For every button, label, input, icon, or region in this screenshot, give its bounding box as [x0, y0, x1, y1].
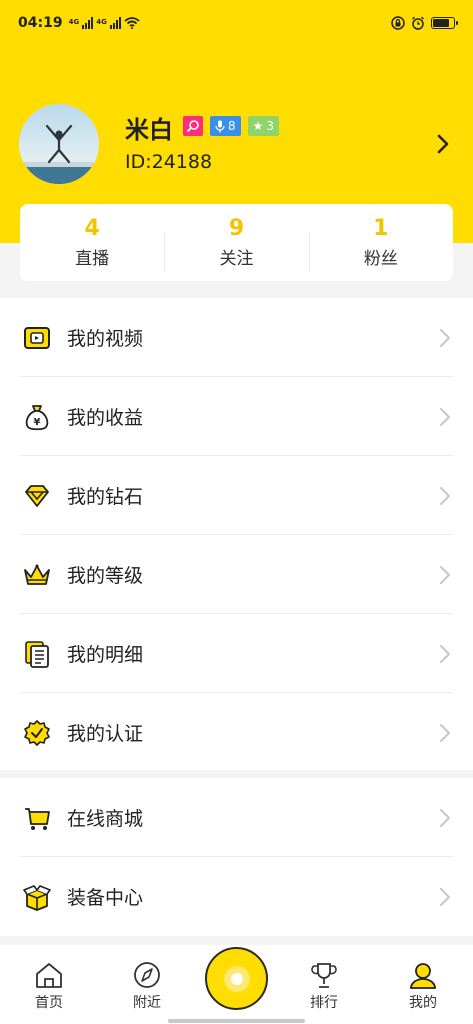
chevron-right-icon: [440, 723, 450, 742]
signal-icon: [109, 17, 121, 29]
chevron-right-icon: [440, 328, 450, 347]
shopping-cart-icon: [20, 801, 54, 835]
record-icon: [223, 965, 250, 992]
tab-ranking[interactable]: 排行: [289, 961, 359, 1012]
badge-user-level: ★ 3: [247, 116, 280, 136]
tab-home[interactable]: 首页: [14, 961, 84, 1012]
tab-nearby[interactable]: 附近: [112, 961, 182, 1012]
menu-item-label: 我的视频: [67, 328, 144, 350]
equipment-box-icon: [20, 880, 54, 914]
start-live-button[interactable]: [205, 947, 268, 1010]
stat-following-label: 关注: [219, 249, 254, 269]
compass-icon: [134, 962, 160, 988]
menu-item-videos[interactable]: 我的视频: [0, 298, 473, 377]
star-icon: ★: [252, 119, 264, 133]
home-icon: [36, 963, 62, 988]
chevron-right-icon: [440, 486, 450, 505]
menu-group-primary: 我的视频 ¥ 我的收益 我的钻石 我的等级 我的明细 我的认证: [0, 298, 473, 770]
menu-item-label: 我的收益: [67, 407, 144, 429]
user-id: ID:24188: [125, 151, 213, 173]
status-time: 04:19: [18, 15, 63, 31]
menu-item-label: 我的认证: [67, 723, 144, 745]
stat-fans[interactable]: 1 粉丝: [308, 216, 453, 272]
chevron-right-icon: [440, 565, 450, 584]
battery-icon: [431, 17, 458, 29]
user-badges: 8 ★ 3: [183, 116, 280, 136]
menu-item-verification[interactable]: 我的认证: [0, 693, 473, 772]
stat-following-count: 9: [228, 216, 245, 241]
wifi-icon: [124, 17, 140, 29]
badge-anchor-value: 8: [228, 119, 236, 133]
user-icon: [410, 963, 436, 989]
menu-item-label: 我的钻石: [67, 486, 144, 508]
stat-fans-count: 1: [373, 216, 389, 241]
menu-item-level[interactable]: 我的等级: [0, 535, 473, 614]
stats-card: 4 直播 9 关注 1 粉丝: [20, 204, 453, 281]
tab-label: 我的: [409, 995, 437, 1011]
menu-item-equipment[interactable]: 装备中心: [0, 857, 473, 936]
trophy-icon: [311, 963, 337, 988]
menu-item-details[interactable]: 我的明细: [0, 614, 473, 693]
crown-icon: [20, 558, 54, 592]
badge-pink: [183, 116, 203, 136]
menu-item-label: 我的明细: [67, 644, 144, 666]
network-type: 4G: [68, 18, 80, 26]
money-bag-icon: ¥: [20, 400, 54, 434]
diamond-icon: [20, 479, 54, 513]
menu-item-diamonds[interactable]: 我的钻石: [0, 456, 473, 535]
menu-item-shop[interactable]: 在线商城: [0, 778, 473, 857]
stat-fans-label: 粉丝: [363, 249, 398, 269]
stat-live-count: 4: [84, 216, 100, 241]
network-type: 4G: [96, 18, 107, 26]
alarm-icon: [411, 16, 425, 30]
home-indicator: [168, 1019, 305, 1023]
menu-item-label: 在线商城: [67, 808, 144, 830]
badge-user-value: 3: [266, 119, 275, 133]
profile-chevron-right-icon[interactable]: [432, 132, 454, 156]
tab-label: 排行: [310, 995, 338, 1011]
stat-following[interactable]: 9 关注: [164, 216, 308, 272]
menu-item-earnings[interactable]: ¥ 我的收益: [0, 377, 473, 456]
avatar[interactable]: [19, 104, 99, 184]
lock-rotation-icon: [391, 16, 405, 30]
chevron-right-icon: [440, 644, 450, 663]
svg-text:¥: ¥: [34, 417, 41, 428]
menu-item-label: 我的等级: [67, 565, 144, 587]
menu-group-secondary: 在线商城 装备中心: [0, 778, 473, 936]
tab-mine[interactable]: 我的: [388, 961, 458, 1012]
menu-item-label: 装备中心: [67, 887, 144, 909]
user-name: 米白: [125, 116, 173, 144]
badge-anchor-level: 8: [210, 116, 241, 136]
signal-icon: [82, 17, 94, 29]
chevron-right-icon: [440, 887, 450, 906]
stat-live[interactable]: 4 直播: [20, 216, 164, 269]
list-detail-icon: [20, 637, 54, 671]
tab-label: 首页: [35, 995, 63, 1011]
tab-label: 附近: [133, 995, 161, 1011]
verified-badge-icon: [20, 716, 54, 750]
chevron-right-icon: [440, 407, 450, 426]
chevron-right-icon: [440, 808, 450, 827]
search-heart-icon: [186, 120, 199, 133]
microphone-icon: [215, 120, 225, 132]
video-icon: [20, 321, 54, 355]
status-bar: 04:19 4G 4G: [0, 0, 473, 46]
stat-live-label: 直播: [75, 249, 110, 269]
